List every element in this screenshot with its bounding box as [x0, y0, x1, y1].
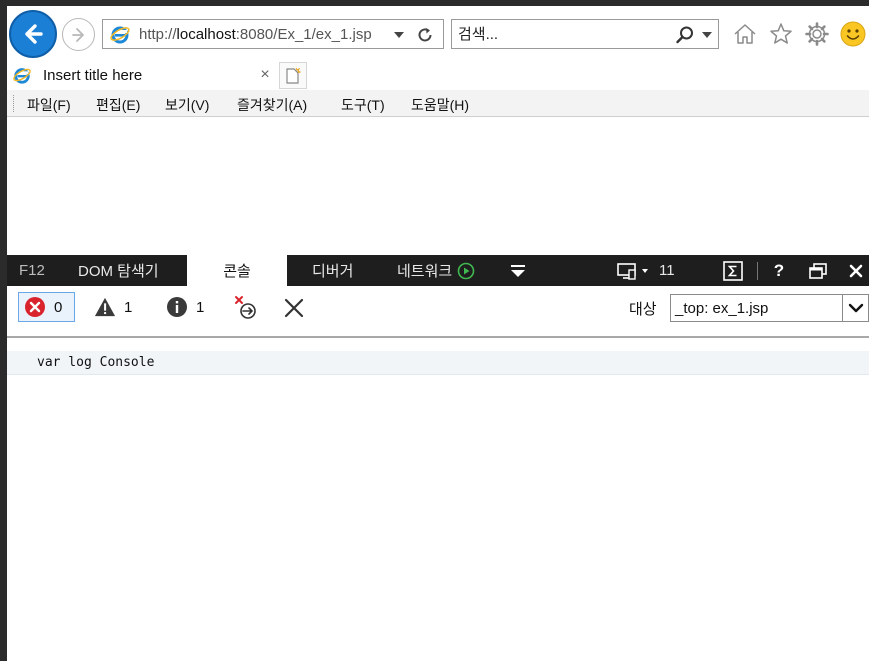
url-prefix: http://: [139, 26, 177, 43]
ie-tab-icon: [12, 65, 32, 85]
help-icon[interactable]: ?: [769, 255, 789, 286]
search-dropdown-icon[interactable]: [700, 28, 714, 42]
close-devtools-icon[interactable]: [845, 255, 867, 286]
menu-bar: 파일(F) 편집(E) 보기(V) 즐겨찾기(A) 도구(T) 도움말(H): [7, 90, 869, 117]
warnings-filter-button[interactable]: 1: [94, 292, 132, 322]
close-icon[interactable]: ×: [255, 65, 275, 85]
devtools-f12-label: F12: [19, 262, 45, 279]
url-host: localhost: [176, 26, 236, 43]
menu-help[interactable]: 도움말(H): [411, 95, 469, 115]
tab-network[interactable]: 네트워크: [397, 255, 475, 286]
back-arrow-icon: [25, 24, 43, 44]
tab-title: Insert title here: [43, 67, 143, 84]
console-log-row[interactable]: var log Console: [7, 351, 869, 375]
tab-console[interactable]: 콘솔: [187, 255, 287, 286]
errors-filter-button[interactable]: 0: [18, 292, 75, 322]
toolbar-separator: [757, 262, 758, 280]
more-tabs-chevron-icon[interactable]: [507, 255, 529, 286]
menu-favorites[interactable]: 즐겨찾기(A): [237, 95, 307, 115]
search-icon[interactable]: [674, 24, 696, 46]
emulation-icon[interactable]: [615, 255, 655, 286]
forward-button[interactable]: [62, 18, 95, 51]
clear-console-icon[interactable]: [281, 295, 307, 321]
page-content: [7, 118, 869, 255]
console-toolbar: 0 1 1 대상 _top: ex_1.jsp: [7, 286, 869, 328]
menu-edit[interactable]: 편집(E): [96, 95, 140, 115]
gear-icon[interactable]: [803, 20, 831, 48]
info-count: 1: [196, 298, 205, 316]
forward-arrow-icon: [71, 27, 84, 42]
favorites-star-icon[interactable]: [767, 20, 795, 48]
info-icon: [166, 296, 188, 318]
target-value: _top: ex_1.jsp: [675, 300, 769, 317]
errors-count: 0: [54, 298, 63, 316]
emulation-count: 11: [659, 262, 675, 279]
error-icon: [24, 296, 46, 318]
target-label: 대상: [629, 301, 657, 318]
tab-dom-explorer[interactable]: DOM 탐색기: [78, 255, 159, 286]
tab-insert-title[interactable]: Insert title here ×: [7, 61, 277, 90]
chevron-down-icon[interactable]: [842, 295, 868, 321]
smiley-feedback-icon[interactable]: [839, 20, 867, 48]
console-log-text: var log Console: [37, 355, 155, 370]
target-select[interactable]: _top: ex_1.jsp: [670, 294, 869, 322]
menu-file[interactable]: 파일(F): [27, 95, 71, 115]
clear-on-navigate-icon[interactable]: [233, 295, 259, 321]
url-text[interactable]: http://localhost:8080/Ex_1/ex_1.jsp: [139, 26, 384, 44]
menu-tools[interactable]: 도구(T): [341, 95, 385, 115]
refresh-icon[interactable]: [414, 24, 436, 46]
undock-icon[interactable]: [807, 255, 829, 286]
warning-icon: [94, 296, 116, 318]
menu-view[interactable]: 보기(V): [165, 95, 209, 115]
console-divider: [7, 336, 869, 338]
url-path: :8080/Ex_1/ex_1.jsp: [235, 26, 372, 43]
tab-strip: Insert title here ×: [7, 61, 869, 90]
tab-debugger[interactable]: 디버거: [312, 255, 353, 286]
navigation-bar: http://localhost:8080/Ex_1/ex_1.jsp: [7, 6, 869, 61]
new-tab-button[interactable]: [279, 62, 307, 89]
search-box: [451, 19, 719, 49]
tab-network-label: 네트워크: [397, 263, 453, 280]
ie-logo-icon: [109, 23, 131, 45]
info-filter-button[interactable]: 1: [166, 292, 204, 322]
back-button[interactable]: [9, 10, 57, 58]
console-output-area[interactable]: [7, 376, 869, 661]
address-bar[interactable]: http://localhost:8080/Ex_1/ex_1.jsp: [102, 19, 444, 49]
new-tab-icon: [286, 67, 301, 84]
home-icon[interactable]: [731, 20, 759, 48]
search-input[interactable]: [458, 23, 658, 45]
play-icon: [457, 262, 475, 279]
url-dropdown-icon[interactable]: [392, 28, 406, 42]
console-sigma-icon[interactable]: [720, 255, 746, 286]
devtools-tab-bar: F12 DOM 탐색기 콘솔 디버거 네트워크 11 ?: [7, 255, 869, 286]
warnings-count: 1: [124, 298, 133, 316]
menu-grip: [13, 95, 15, 112]
browser-window: http://localhost:8080/Ex_1/ex_1.jsp 검색..…: [7, 6, 869, 661]
